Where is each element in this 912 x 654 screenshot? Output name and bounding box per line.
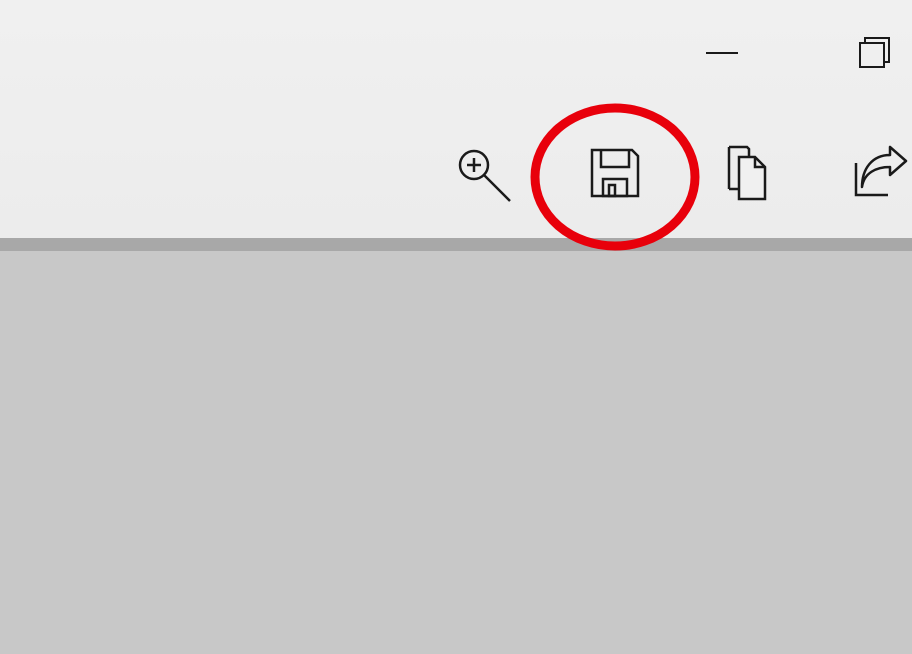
- image-canvas: [0, 251, 912, 654]
- zoom-in-icon: [458, 149, 511, 202]
- share-button[interactable]: [842, 138, 912, 208]
- minimize-button[interactable]: [690, 22, 754, 84]
- minimize-icon: [706, 52, 738, 54]
- copy-icon: [727, 145, 767, 201]
- zoom-in-button[interactable]: [447, 138, 517, 208]
- save-button[interactable]: [580, 138, 650, 208]
- app-window: [0, 0, 912, 654]
- restore-button[interactable]: [843, 22, 907, 84]
- toolbar-divider: [0, 238, 912, 251]
- restore-icon: [859, 37, 890, 68]
- save-icon: [590, 148, 640, 198]
- share-icon: [854, 145, 908, 197]
- copy-button[interactable]: [712, 138, 782, 208]
- title-bar: [0, 0, 912, 238]
